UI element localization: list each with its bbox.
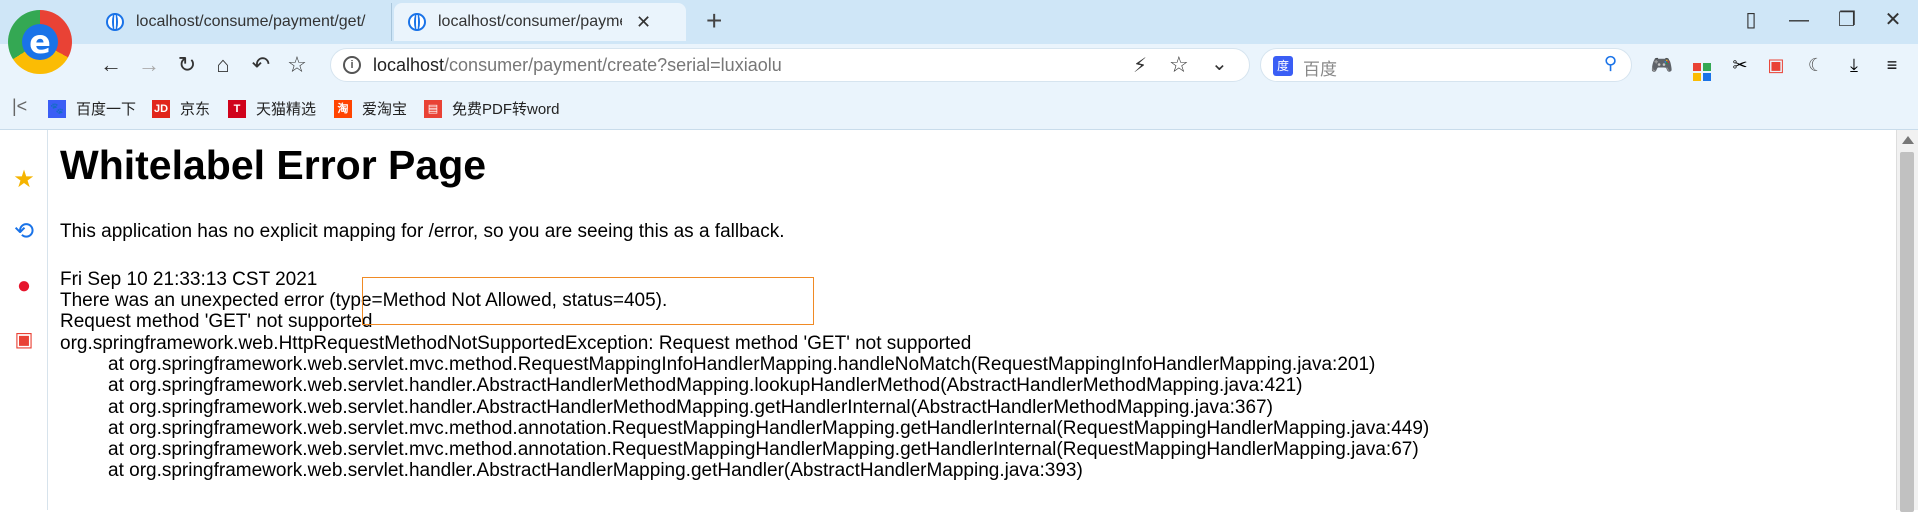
jd-icon: JD (152, 99, 170, 118)
page-content: Whitelabel Error Page This application h… (49, 130, 1895, 510)
star-icon[interactable]: ☆ (1169, 52, 1189, 78)
baidu-paw-icon[interactable]: 度 (1273, 56, 1293, 76)
back-button[interactable]: ← (96, 51, 126, 79)
stack-trace-line: at org.springframework.web.servlet.mvc.m… (108, 418, 1430, 439)
reload-button[interactable]: ↻ (172, 51, 202, 79)
search-icon[interactable]: ⚲ (1604, 53, 1617, 74)
baidu-icon: 🐾 (48, 99, 66, 118)
scissors-icon[interactable]: ✂ (1728, 53, 1752, 77)
stack-trace-line: at org.springframework.web.servlet.handl… (108, 460, 1083, 481)
collapse-sidebar-icon[interactable]: |< (12, 96, 27, 117)
tab-title: localhost/consume/payment/get/ (136, 13, 366, 30)
tab-payment-create[interactable]: localhost/consumer/payment/ ✕ (394, 3, 686, 41)
restore-button[interactable]: ❐ (1832, 8, 1862, 32)
stack-trace-line: at org.springframework.web.servlet.handl… (108, 397, 1273, 418)
vertical-scrollbar[interactable] (1896, 130, 1918, 512)
page-title: Whitelabel Error Page (60, 142, 487, 188)
search-placeholder: 百度 (1303, 60, 1337, 79)
tab-strip: localhost/consume/payment/get/ localhost… (0, 0, 1918, 44)
pdf-icon: ▤ (424, 99, 442, 118)
bookmark-pdf-to-word[interactable]: ▤ 免费PDF转word (424, 98, 560, 119)
lightning-icon[interactable]: ⚡ (1133, 53, 1147, 78)
search-box[interactable]: 度 百度 ⚲ (1260, 48, 1632, 82)
close-tab-icon[interactable]: ✕ (636, 12, 651, 33)
globe-icon (106, 13, 124, 31)
stack-trace-line: at org.springframework.web.servlet.handl… (108, 375, 1303, 396)
error-message: Request method 'GET' not supported (60, 311, 373, 332)
forward-button[interactable]: → (134, 51, 164, 79)
tmall-icon: T (228, 99, 246, 118)
menu-icon[interactable]: ≡ (1880, 53, 1904, 77)
home-button[interactable]: ⌂ (208, 51, 238, 79)
tab-payment-get[interactable]: localhost/consume/payment/get/ (92, 3, 392, 41)
favorites-star-icon[interactable]: ★ (10, 166, 38, 194)
dark-mode-icon[interactable]: ☾ (1804, 53, 1828, 77)
error-timestamp: Fri Sep 10 21:33:13 CST 2021 (60, 269, 318, 290)
address-url[interactable]: localhost/consumer/payment/create?serial… (373, 55, 782, 76)
game-icon[interactable]: 🎮 (1650, 53, 1674, 77)
stack-trace-line: at org.springframework.web.servlet.mvc.m… (108, 439, 1419, 460)
download-icon[interactable]: ⤓ (1842, 53, 1866, 77)
undo-close-button[interactable]: ↶ (246, 51, 276, 79)
taobao-icon: 淘 (334, 99, 352, 118)
bookmark-tmall[interactable]: T 天猫精选 (228, 98, 316, 119)
browser-logo[interactable]: e (8, 10, 72, 74)
stack-trace-line: at org.springframework.web.servlet.mvc.m… (108, 354, 1376, 375)
bookmark-jd[interactable]: JD 京东 (152, 98, 210, 119)
bookmark-baidu[interactable]: 🐾 百度一下 (48, 98, 136, 119)
sidebar-toggle-icon[interactable]: ▯ (1736, 8, 1766, 32)
apps-grid-icon[interactable] (1690, 53, 1714, 81)
minimize-button[interactable]: — (1784, 8, 1814, 32)
side-panel: ★ ⟲ ● ▣ (0, 130, 48, 510)
address-bar[interactable]: i localhost/consumer/payment/create?seri… (330, 48, 1250, 82)
new-tab-button[interactable]: + (706, 6, 722, 36)
error-description: This application has no explicit mapping… (60, 221, 785, 242)
bookmark-manager-button[interactable]: ☆ (282, 51, 312, 79)
weibo-icon[interactable]: ● (10, 272, 38, 300)
navigation-bar: ← → ↻ ⌂ ↶ ☆ i localhost/consumer/payment… (0, 44, 1918, 86)
info-icon[interactable]: i (343, 56, 361, 74)
pdf-tool-icon[interactable]: ▣ (10, 326, 38, 354)
bookmark-taobao[interactable]: 淘爱淘宝 (334, 98, 407, 119)
annotation-highlight-box (362, 277, 814, 325)
history-icon[interactable]: ⟲ (10, 218, 38, 246)
scrollbar-thumb[interactable] (1900, 152, 1914, 512)
close-window-button[interactable]: ✕ (1878, 8, 1908, 32)
tab-title: localhost/consumer/payment/ (438, 13, 622, 30)
chevron-down-icon[interactable]: ⌄ (1211, 51, 1228, 76)
bookmarks-bar: |< 🐾 百度一下 JD 京东 T 天猫精选 淘爱淘宝 ▤ 免费PDF转word (0, 86, 1918, 130)
globe-icon (408, 13, 426, 31)
scroll-up-arrow-icon[interactable] (1902, 136, 1914, 144)
pdf-icon[interactable]: ▣ (1764, 53, 1788, 77)
exception-line: org.springframework.web.HttpRequestMetho… (60, 333, 972, 354)
